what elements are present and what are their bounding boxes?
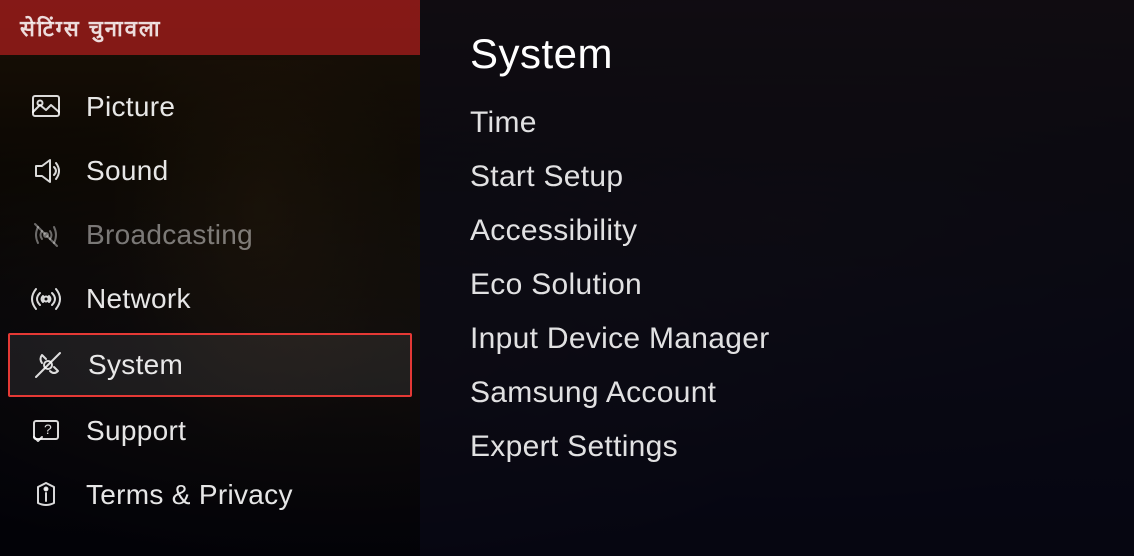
system-icon [30, 347, 66, 383]
sidebar-label-picture: Picture [86, 91, 175, 123]
panel-item-expert-settings[interactable]: Expert Settings [470, 420, 1084, 474]
sidebar-item-sound[interactable]: Sound [0, 139, 420, 203]
picture-icon [28, 89, 64, 125]
sidebar-item-picture[interactable]: Picture [0, 75, 420, 139]
panel-item-eco-solution[interactable]: Eco Solution [470, 258, 1084, 312]
panel-item-samsung-account[interactable]: Samsung Account [470, 366, 1084, 420]
support-icon: ? [28, 413, 64, 449]
panel-items: Time Start Setup Accessibility Eco Solut… [470, 96, 1084, 474]
terms-icon [28, 477, 64, 513]
sound-icon [28, 153, 64, 189]
sidebar-label-broadcasting: Broadcasting [86, 219, 253, 251]
banner-text: सेटिंग्स चुनावला [20, 13, 162, 43]
sidebar-label-terms: Terms & Privacy [86, 479, 293, 511]
sidebar-label-network: Network [86, 283, 191, 315]
broadcasting-icon [28, 217, 64, 253]
sidebar-label-support: Support [86, 415, 186, 447]
panel-item-input-device-manager[interactable]: Input Device Manager [470, 312, 1084, 366]
sidebar-item-support[interactable]: ? Support [0, 399, 420, 463]
panel-item-start-setup[interactable]: Start Setup [470, 150, 1084, 204]
sidebar: Picture Sound [0, 0, 420, 556]
sidebar-item-system[interactable]: System [8, 333, 412, 397]
svg-text:?: ? [44, 421, 52, 437]
panel-item-time[interactable]: Time [470, 96, 1084, 150]
sidebar-label-system: System [88, 349, 183, 381]
sidebar-items: Picture Sound [0, 75, 420, 527]
top-banner: सेटिंग्स चुनावला [0, 0, 420, 55]
network-icon [28, 281, 64, 317]
sidebar-item-terms[interactable]: Terms & Privacy [0, 463, 420, 527]
main-panel: System Time Start Setup Accessibility Ec… [420, 0, 1134, 556]
panel-title: System [470, 30, 1084, 78]
sidebar-label-sound: Sound [86, 155, 168, 187]
panel-item-accessibility[interactable]: Accessibility [470, 204, 1084, 258]
sidebar-item-broadcasting[interactable]: Broadcasting [0, 203, 420, 267]
sidebar-item-network[interactable]: Network [0, 267, 420, 331]
